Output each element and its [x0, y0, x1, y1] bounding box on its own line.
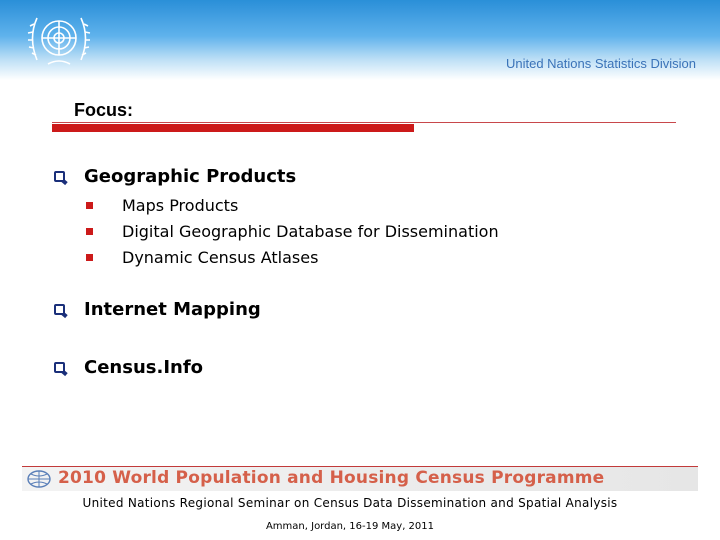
bullet-item-geographic-products: Geographic Products [54, 166, 296, 187]
sub-bullet-label: Digital Geographic Database for Dissemin… [122, 222, 499, 241]
bullet-item-internet-mapping: Internet Mapping [54, 299, 261, 320]
sub-bullet-item: Dynamic Census Atlases [86, 248, 318, 267]
un-emblem-icon [27, 17, 91, 65]
sub-bullet-item: Maps Products [86, 196, 238, 215]
banner-title: 2010 World Population and Housing Census… [58, 468, 605, 488]
checkbox-bullet-icon [54, 304, 65, 315]
seminar-title: United Nations Regional Seminar on Censu… [82, 496, 618, 510]
bullet-label: Internet Mapping [84, 299, 261, 320]
sub-bullet-item: Digital Geographic Database for Dissemin… [86, 222, 499, 241]
title-rule-thick [52, 124, 414, 132]
sub-bullet-label: Maps Products [122, 196, 239, 215]
bullet-label: Geographic Products [84, 166, 297, 187]
checkbox-bullet-icon [54, 362, 65, 373]
sub-bullet-label: Dynamic Census Atlases [122, 248, 319, 267]
square-bullet-icon [86, 254, 93, 261]
title-rule-thin [52, 122, 676, 123]
bullet-item-census-info: Census.Info [54, 357, 203, 378]
square-bullet-icon [86, 228, 93, 235]
header-band: United Nations Statistics Division [0, 0, 720, 80]
bullet-label: Census.Info [84, 357, 204, 378]
census-programme-banner: 2010 World Population and Housing Census… [22, 466, 698, 491]
division-label: United Nations Statistics Division [505, 56, 696, 71]
square-bullet-icon [86, 202, 93, 209]
checkbox-bullet-icon [54, 171, 65, 182]
globe-logo-icon [27, 470, 51, 488]
seminar-location: Amman, Jordan, 16-19 May, 2011 [265, 521, 435, 532]
slide-title: Focus: [74, 100, 134, 120]
